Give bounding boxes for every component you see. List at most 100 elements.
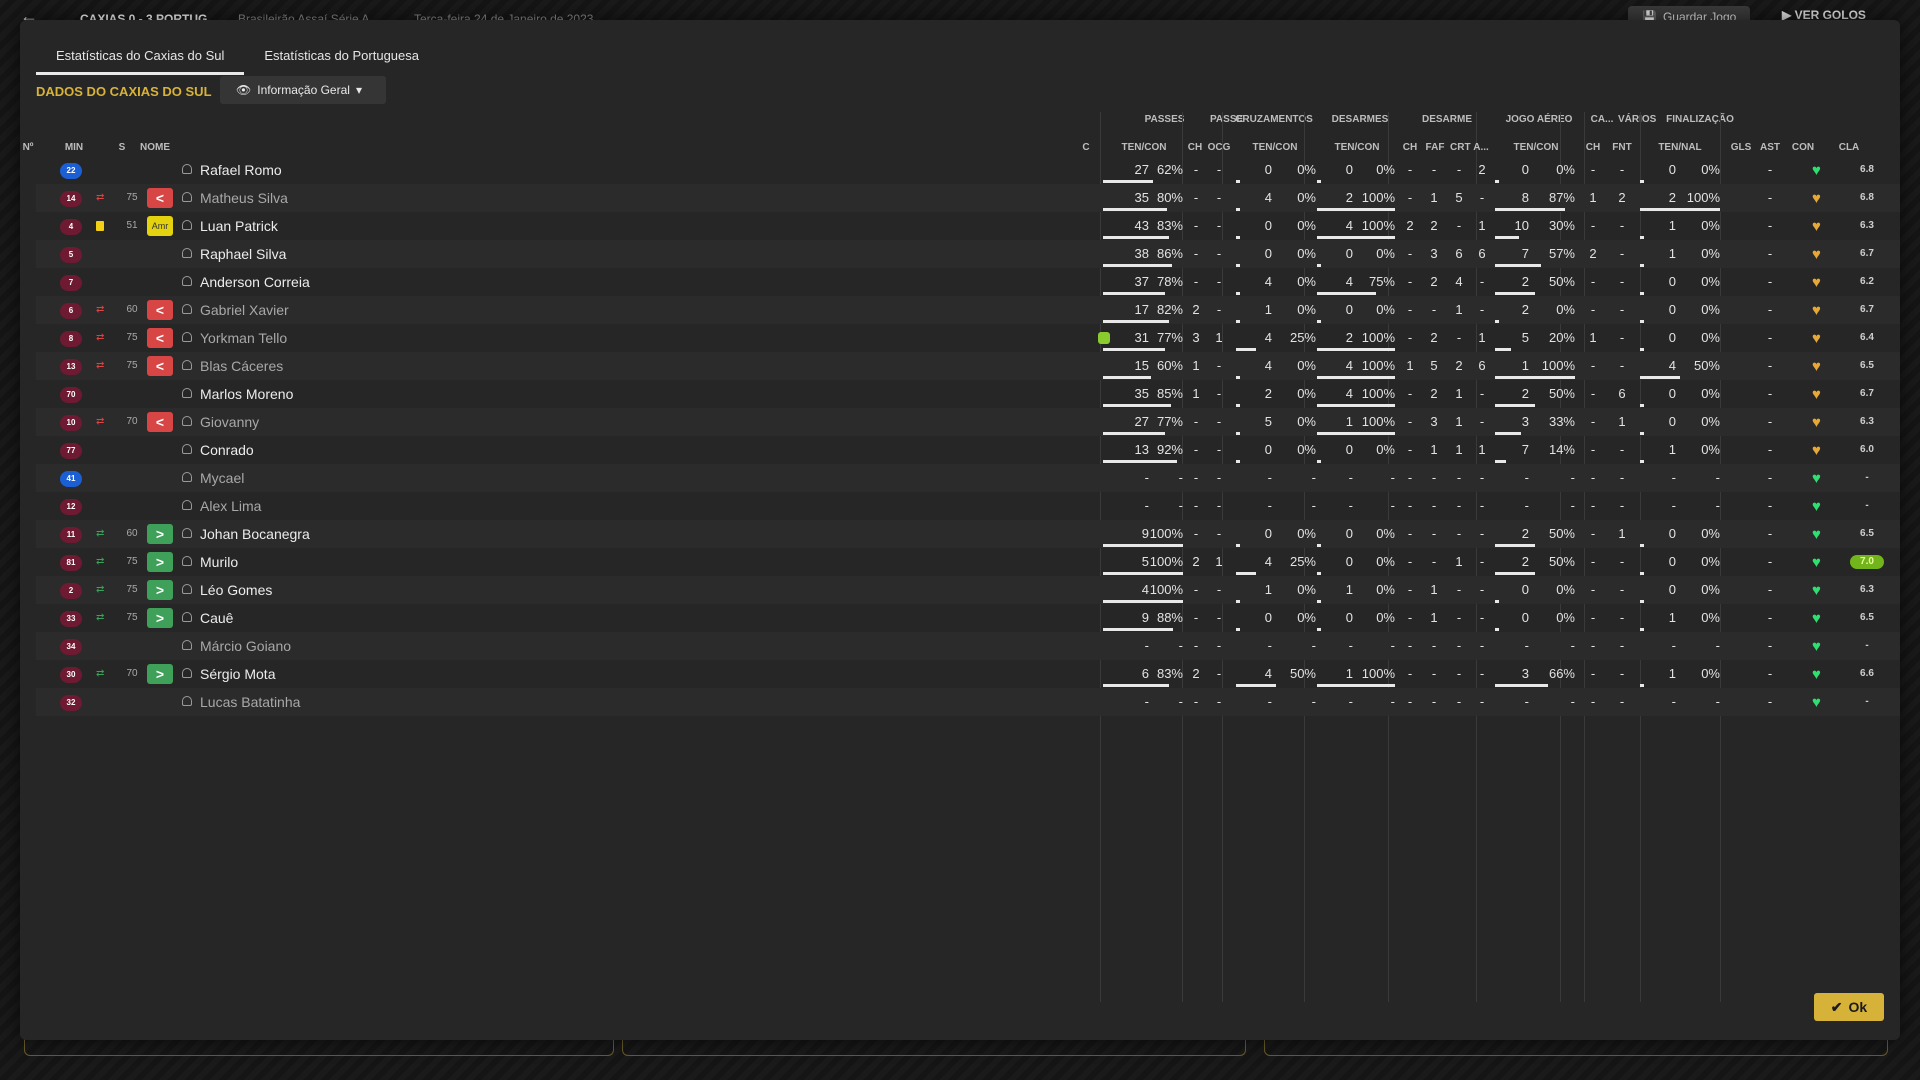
player-name[interactable]: Giovanny	[200, 408, 259, 436]
sub-out-button[interactable]: <	[147, 300, 173, 320]
player-name[interactable]: Sérgio Mota	[200, 660, 275, 688]
table-row[interactable]: 11 ⇄ 60 > Johan Bocanegra 9 100% - -0 0% 0 0% - - - -2 5…	[36, 520, 1900, 548]
column-header-fin-tn[interactable]: TEN/NAL	[1640, 142, 1720, 153]
column-header-passes-tc[interactable]: TEN/CON	[1104, 142, 1184, 153]
column-header-fnt[interactable]: FNT	[1612, 142, 1632, 153]
column-header-d-a[interactable]: A...	[1472, 142, 1490, 153]
column-header-passe-ch[interactable]: CH	[1186, 142, 1204, 153]
player-name[interactable]: Raphael Silva	[200, 240, 286, 268]
stat-pas-percent: -	[1178, 470, 1183, 485]
ok-button[interactable]: ✔ Ok	[1814, 993, 1884, 1021]
table-row[interactable]: 12 Alex Lima - - - - - - - - - - - - - - - - - - - ♥ -	[36, 492, 1900, 520]
sub-in-button[interactable]: >	[147, 664, 173, 684]
table-row[interactable]: 70 Marlos Moreno 35 85% 1-2 0% 4 100% -2 1-2 50% -6…	[36, 380, 1900, 408]
table-row[interactable]: 5 Raphael Silva 38 86% - -0 0% 0 0% -3 6 6 7 57% 2-1 0%…	[36, 240, 1900, 268]
sub-out-button[interactable]: <	[147, 412, 173, 432]
table-row[interactable]: 81 ⇄ 75 > Murilo 5 100% 2 1 4 25% 0 0% - -1-2 50% - -0 0% -…	[36, 548, 1900, 576]
stat-ast: -	[1767, 610, 1773, 625]
table-row[interactable]: 34 Márcio Goiano - - - - - - - - - - - - - - - - - - - ♥ -	[36, 632, 1900, 660]
player-name[interactable]: Conrado	[200, 436, 254, 464]
player-rating: 6.5	[1860, 360, 1874, 371]
substitution-icon: ⇄	[96, 528, 105, 539]
table-row[interactable]: 8 ⇄ 75 < Yorkman Tello 31 77% 3 1 4 25% 2 100% -2-1 5 2…	[36, 324, 1900, 352]
player-name[interactable]: Gabriel Xavier	[200, 296, 289, 324]
column-header-d-faf[interactable]: FAF	[1424, 142, 1446, 153]
player-name[interactable]: Marlos Moreno	[200, 380, 293, 408]
column-header-aereo-tc[interactable]: TEN/CON	[1496, 142, 1576, 153]
stat-fin-percent: 50%	[1693, 358, 1720, 373]
table-row[interactable]: 22 Rafael Romo 27 62% - -0 0% 0 0% - - -2 0 0% - -0 0% - ♥…	[36, 156, 1900, 184]
column-header-passe-ocg[interactable]: OCG	[1206, 142, 1232, 153]
sub-out-button[interactable]: <	[147, 188, 173, 208]
player-name[interactable]: Anderson Correia	[200, 268, 310, 296]
stat-crt: -	[1456, 470, 1462, 485]
table-row[interactable]: 4 51 Amr Luan Patrick 43 83% - -0 0% 4 100% 2 2-1 10 3…	[36, 212, 1900, 240]
player-rating: 6.4	[1860, 332, 1874, 343]
player-name[interactable]: Cauê	[200, 604, 233, 632]
column-header-d-crt[interactable]: CRT	[1450, 142, 1471, 153]
sub-in-button[interactable]: >	[147, 580, 173, 600]
player-name[interactable]: Márcio Goiano	[200, 632, 291, 660]
sub-out-button[interactable]: <	[147, 356, 173, 376]
sub-out-button[interactable]: <	[147, 328, 173, 348]
table-row[interactable]: 7 Anderson Correia 37 78% - -4 0% 4 75% -2 4-2 50% -…	[36, 268, 1900, 296]
stat-fnt: 6	[1618, 386, 1626, 401]
sub-in-button[interactable]: >	[147, 608, 173, 628]
table-row[interactable]: 2 ⇄ 75 > Léo Gomes 4 100% - -1 0% 1 0% -1- -0 0% - -0 0% -…	[36, 576, 1900, 604]
player-name[interactable]: Rafael Romo	[200, 156, 282, 184]
table-row[interactable]: 32 Lucas Batatinha - - - - - - - - - - - - - - - - - - - ♥ -	[36, 688, 1900, 716]
person-icon	[182, 668, 192, 678]
table-row[interactable]: 14 ⇄ 75 < Matheus Silva 35 80% - -4 0% 2 100% -1 5-8 8…	[36, 184, 1900, 212]
minutes-played: 70	[126, 416, 138, 427]
tab-portuguesa-stats[interactable]: Estatísticas do Portuguesa	[244, 40, 439, 75]
player-name[interactable]: Yorkman Tello	[200, 324, 287, 352]
player-rating: 6.6	[1860, 668, 1874, 679]
column-header-con[interactable]: CON	[1790, 142, 1816, 153]
column-header-cla[interactable]: CLA	[1832, 142, 1866, 153]
player-name[interactable]: Léo Gomes	[200, 576, 272, 604]
player-name[interactable]: Murilo	[200, 548, 238, 576]
minutes-played: 75	[126, 360, 138, 371]
player-name[interactable]: Blas Cáceres	[200, 352, 283, 380]
stat-aer-bar	[1495, 208, 1565, 211]
column-header-s[interactable]: S	[112, 142, 132, 153]
table-row[interactable]: 30 ⇄ 70 > Sérgio Mota 6 83% 2-4 50% 1 100% - - - -3 66%…	[36, 660, 1900, 688]
player-name[interactable]: Luan Patrick	[200, 212, 278, 240]
stat-des-percent: -	[1390, 498, 1395, 513]
stat-cru-percent: 0%	[1297, 582, 1316, 597]
column-header-gls[interactable]: GLS	[1730, 142, 1752, 153]
table-row[interactable]: 6 ⇄ 60 < Gabriel Xavier 17 82% 2-1 0% 0 0% - -1-2 0% -…	[36, 296, 1900, 324]
stat-pas-percent: -	[1178, 694, 1183, 709]
player-name[interactable]: Johan Bocanegra	[200, 520, 310, 548]
check-icon: ✔	[1830, 998, 1843, 1015]
stat-fin-bar	[1640, 544, 1644, 547]
column-header-num[interactable]: Nº	[16, 142, 40, 153]
column-header-desar-tc[interactable]: TEN/CON	[1318, 142, 1396, 153]
table-row[interactable]: 13 ⇄ 75 < Blas Cáceres 15 60% 1-4 0% 4 100% 1 5 2 6 1 10…	[36, 352, 1900, 380]
table-row[interactable]: 10 ⇄ 70 < Giovanny 27 77% - -5 0% 1 100% -3 1-3 33% -1 0…	[36, 408, 1900, 436]
sub-in-button[interactable]: >	[147, 552, 173, 572]
player-name[interactable]: Lucas Batatinha	[200, 688, 300, 716]
player-name[interactable]: Alex Lima	[200, 492, 261, 520]
person-icon	[182, 584, 192, 594]
table-row[interactable]: 77 Conrado 13 92% - -0 0% 0 0% -1 1 1 7 14% - -1 0% - ♥ 6.0	[36, 436, 1900, 464]
stat-dch: -	[1407, 274, 1413, 289]
column-header-ast[interactable]: AST	[1760, 142, 1780, 153]
tab-caxias-stats[interactable]: Estatísticas do Caxias do Sul	[36, 40, 245, 75]
column-header-min[interactable]: MIN	[58, 142, 90, 153]
stat-cach: -	[1590, 274, 1596, 289]
column-header-d-ch[interactable]: CH	[1402, 142, 1418, 153]
column-header-cruz-tc[interactable]: TEN/CON	[1234, 142, 1316, 153]
column-header-ca-ch[interactable]: CH	[1584, 142, 1602, 153]
stat-des-attempts: 0	[1345, 302, 1353, 317]
stat-cru-percent: 0%	[1297, 218, 1316, 233]
sub-in-button[interactable]: >	[147, 524, 173, 544]
player-name[interactable]: Matheus Silva	[200, 184, 288, 212]
player-name[interactable]: Mycael	[200, 464, 244, 492]
stat-pas-bar	[1103, 180, 1153, 183]
column-header-nome[interactable]: NOME	[140, 142, 180, 153]
table-row[interactable]: 41 Mycael - - - - - - - - - - - - - - - - - - - ♥ -	[36, 464, 1900, 492]
column-header-c[interactable]: C	[1079, 142, 1093, 153]
view-select[interactable]: 👁 Informação Geral ▾	[220, 76, 386, 104]
table-row[interactable]: 33 ⇄ 75 > Cauê 9 88% - -0 0% 0 0% -1- -0 0% - -1 0% - ♥ 6.5	[36, 604, 1900, 632]
